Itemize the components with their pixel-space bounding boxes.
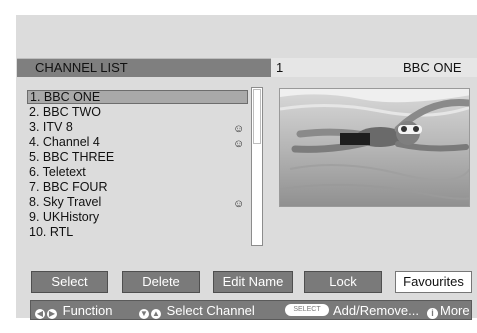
edit-name-button[interactable]: Edit Name — [213, 271, 293, 293]
channel-item-2[interactable]: 2. BBC TWO — [27, 105, 249, 119]
channel-item-9[interactable]: 9. UKHistory — [27, 210, 249, 224]
channel-item-5[interactable]: 5. BBC THREE — [27, 150, 249, 164]
function-hint-label: Function — [62, 303, 113, 318]
channel-list: 1. BBC ONE 2. BBC TWO 3. ITV 8 ☺ 4. Chan… — [27, 88, 263, 246]
select-channel-label: Select Channel — [166, 303, 255, 318]
left-arrow-icon: ◀ — [35, 309, 45, 319]
more-hint: i More — [427, 303, 470, 319]
scrollbar-thumb[interactable] — [253, 89, 261, 144]
list-scrollbar[interactable] — [251, 87, 263, 246]
select-channel-hint: ▼ ▲ Select Channel — [139, 303, 255, 319]
more-label: More — [440, 303, 470, 318]
channel-item-3[interactable]: 3. ITV 8 — [27, 120, 249, 134]
smiley-icon: ☺ — [233, 198, 245, 210]
channel-item-6[interactable]: 6. Teletext — [27, 165, 249, 179]
current-channel-number: 1 — [276, 60, 284, 75]
delete-button[interactable]: Delete — [122, 271, 200, 293]
channel-preview-image — [279, 88, 470, 207]
channel-item-10[interactable]: 10. RTL — [27, 225, 249, 239]
right-arrow-icon: ▶ — [47, 309, 57, 319]
smiley-icon: ☺ — [233, 138, 245, 150]
down-arrow-icon: ▼ — [139, 309, 149, 319]
favourites-button[interactable]: Favourites — [395, 271, 472, 293]
page-title: CHANNEL LIST — [35, 60, 128, 75]
add-remove-hint: Add/Remove... — [333, 303, 419, 318]
select-button[interactable]: Select — [31, 271, 108, 293]
lock-button[interactable]: Lock — [304, 271, 382, 293]
channel-item-1[interactable]: 1. BBC ONE — [27, 90, 248, 104]
channel-item-8[interactable]: 8. Sky Travel — [27, 195, 249, 209]
smiley-icon: ☺ — [233, 123, 245, 135]
select-key-icon: SELECT — [285, 304, 329, 316]
function-hint: ◀ ▶ Function — [35, 303, 113, 319]
key-hint-bar: ◀ ▶ Function ▼ ▲ Select Channel Add/Remove… — [30, 300, 472, 320]
channel-item-4[interactable]: 4. Channel 4 — [27, 135, 249, 149]
current-channel-name: BBC ONE — [403, 60, 462, 75]
swimmer-picture — [280, 89, 469, 206]
up-arrow-icon: ▲ — [151, 309, 161, 319]
info-icon: i — [427, 308, 438, 319]
channel-item-7[interactable]: 7. BBC FOUR — [27, 180, 249, 194]
